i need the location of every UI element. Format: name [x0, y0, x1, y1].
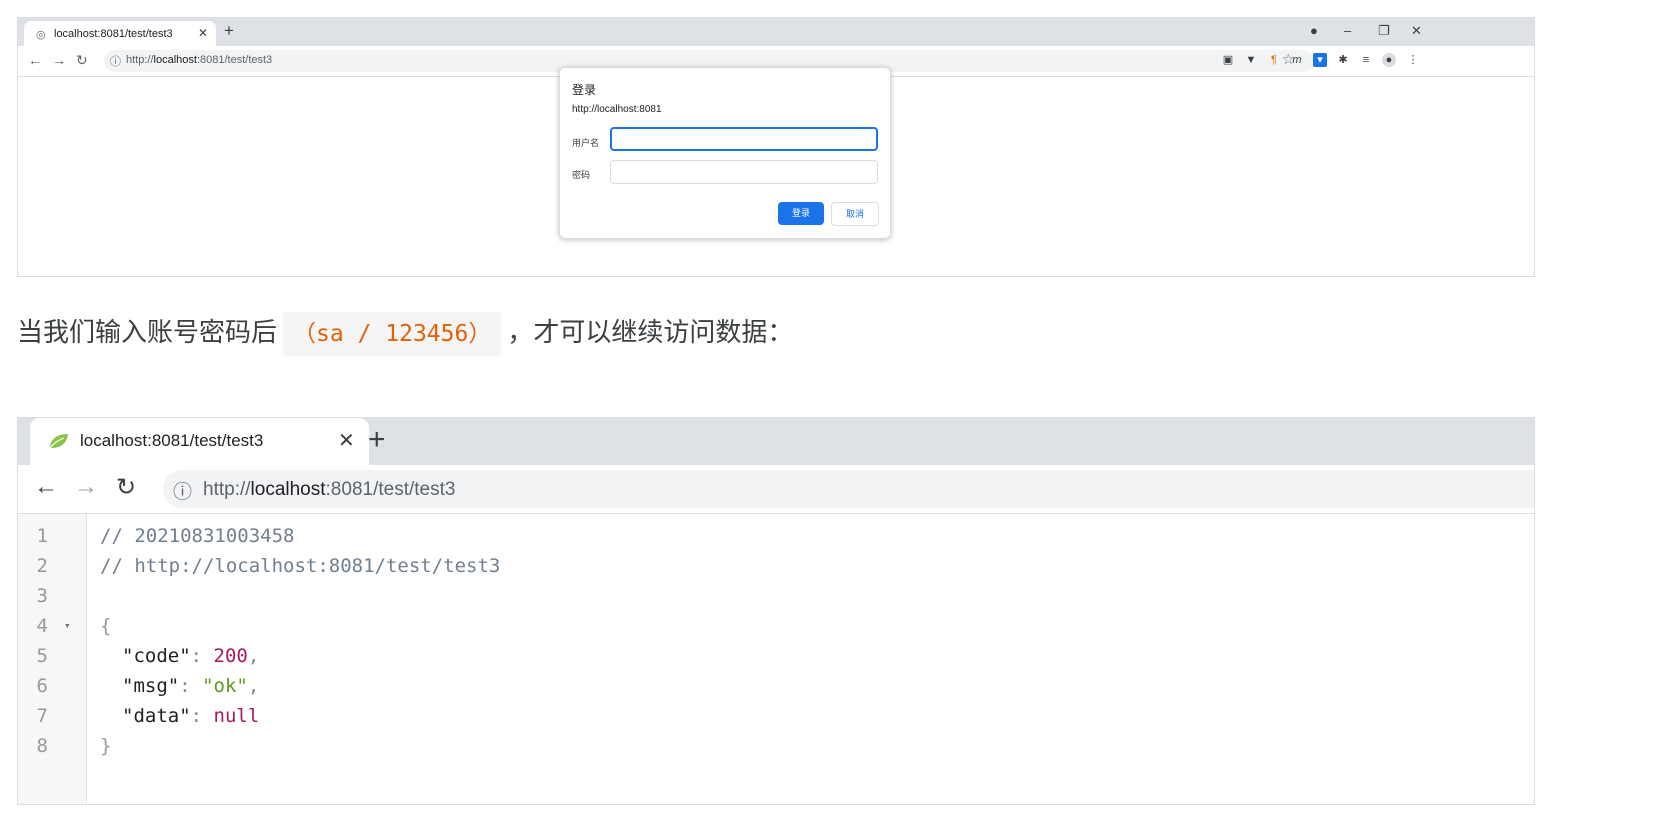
code-text: // 20210831003458 [100, 520, 294, 552]
password-input[interactable] [610, 160, 878, 184]
tab-title: localhost:8081/test/test3 [54, 28, 173, 40]
forward-icon[interactable]: → [52, 52, 66, 68]
url-text[interactable]: http://localhost:8081/test/test3 [126, 54, 272, 66]
info-icon[interactable]: ⓘ [173, 477, 192, 504]
minimize-button[interactable]: – [1344, 23, 1351, 38]
browser-tab[interactable]: localhost:8081/test/test3 ✕ [30, 418, 369, 465]
json-separator: : [190, 645, 214, 667]
profile-indicator-icon[interactable]: ● [1310, 23, 1318, 38]
reload-icon[interactable]: ↻ [76, 52, 88, 69]
json-value: 200 [213, 645, 248, 667]
new-tab-button[interactable]: + [224, 21, 234, 41]
reading-list-icon[interactable]: ≡ [1359, 53, 1373, 67]
caption-paragraph: 当我们输入账号密码后 （sa / 123456） ，才可以继续访问数据： [17, 310, 794, 356]
new-tab-button[interactable]: + [368, 423, 386, 457]
json-separator: : [179, 675, 203, 697]
line-number: 3 [36, 585, 48, 607]
back-icon[interactable]: ← [34, 473, 58, 501]
globe-icon: ◎ [36, 29, 46, 41]
line-number: 1 [36, 525, 48, 547]
dialog-origin: http://localhost:8081 [572, 104, 662, 115]
code-line: 8} [18, 730, 1534, 762]
extension-v-icon[interactable]: ▼ [1244, 53, 1258, 67]
code-line: 5 "code": 200, [18, 640, 1534, 672]
browser-window-result: localhost:8081/test/test3 ✕ + ← → ↻ ⓘ ht… [17, 417, 1535, 805]
code-line: 2 // http://localhost:8081/test/test3 [18, 550, 1534, 582]
code-text: "data": null [122, 700, 259, 732]
credentials-code: （sa / 123456） [283, 312, 502, 356]
account-icon[interactable]: ● [1382, 53, 1396, 67]
caption-text-before: 当我们输入账号密码后 [17, 317, 278, 347]
json-key: "data" [122, 705, 191, 727]
login-button[interactable]: 登录 [778, 202, 824, 225]
code-text: { [100, 610, 111, 642]
auth-dialog: 登录 http://localhost:8081 用户名 密码 登录 取消 [559, 67, 891, 239]
menu-icon[interactable]: ⋮ [1406, 53, 1420, 67]
browser-toolbar: ← → ↻ ⓘ http://localhost:8081/test/test3 [18, 465, 1534, 514]
json-value: "ok" [202, 675, 248, 697]
restore-button[interactable]: ❐ [1378, 23, 1390, 39]
line-number: 5 [36, 645, 48, 667]
line-number: 6 [36, 675, 48, 697]
json-separator: : [190, 705, 214, 727]
puzzle-icon[interactable]: ✱ [1336, 53, 1350, 67]
fold-toggle-icon[interactable]: ▾ [64, 610, 71, 642]
code-brace: } [100, 735, 112, 757]
spring-leaf-icon [50, 434, 68, 448]
close-icon[interactable]: ✕ [338, 428, 355, 453]
json-key: "msg" [122, 675, 180, 697]
password-label: 密码 [572, 170, 591, 180]
extension-qr-icon[interactable]: ▣ [1221, 53, 1235, 67]
code-line: 6 "msg": "ok", [18, 670, 1534, 702]
json-comma: , [247, 675, 260, 697]
tab-title: localhost:8081/test/test3 [80, 431, 264, 450]
code-line: 4 ▾ { [18, 610, 1534, 642]
json-key: "code" [122, 645, 191, 667]
caption-text-after: ，才可以继续访问数据： [507, 317, 794, 347]
forward-icon[interactable]: → [74, 473, 98, 501]
info-icon[interactable]: ⓘ [110, 53, 121, 69]
close-icon[interactable]: ✕ [198, 26, 208, 40]
tab-strip: localhost:8081/test/test3 ✕ + [18, 418, 1534, 465]
json-value: null [213, 705, 260, 727]
tab-strip: ◎ localhost:8081/test/test3 ✕ + ● – ❐ ✕ [18, 18, 1534, 46]
username-input[interactable] [610, 127, 878, 151]
reload-icon[interactable]: ↻ [116, 473, 136, 502]
code-line: 1 // 20210831003458 [18, 520, 1534, 552]
username-label: 用户名 [572, 138, 600, 148]
back-icon[interactable]: ← [28, 52, 42, 68]
cancel-button[interactable]: 取消 [831, 202, 879, 226]
browser-tab[interactable]: ◎ localhost:8081/test/test3 ✕ [24, 21, 216, 46]
extension-blue-icon[interactable]: ▾ [1313, 53, 1327, 67]
line-number: 8 [36, 735, 48, 757]
browser-window-login: ◎ localhost:8081/test/test3 ✕ + ● – ❐ ✕ … [17, 17, 1535, 277]
line-number: 4 [36, 615, 48, 637]
close-window-button[interactable]: ✕ [1411, 23, 1422, 39]
code-line: 3 [18, 580, 1534, 612]
code-text: } [100, 730, 111, 762]
dialog-title: 登录 [572, 83, 597, 97]
extension-paragraph-icon[interactable]: ¶ [1267, 53, 1281, 67]
json-viewer: 1 // 20210831003458 2 // http://localhost:8… [18, 514, 1534, 804]
line-number: 2 [36, 555, 48, 577]
address-bar[interactable]: ⓘ http://localhost:8081/test/test3 [163, 470, 1534, 508]
code-text: "msg": "ok", [122, 670, 259, 702]
url-text[interactable]: http://localhost:8081/test/test3 [203, 479, 455, 501]
json-comma: , [247, 645, 260, 667]
code-line: 7 "data": null [18, 700, 1534, 732]
code-comment: // http://localhost:8081/test/test3 [100, 555, 501, 577]
line-number: 7 [36, 705, 48, 727]
code-brace: { [100, 615, 112, 637]
extension-m-icon[interactable]: m [1290, 53, 1304, 67]
code-comment: // 20210831003458 [100, 525, 295, 547]
code-text: "code": 200, [122, 640, 259, 672]
code-text: // http://localhost:8081/test/test3 [100, 550, 500, 582]
